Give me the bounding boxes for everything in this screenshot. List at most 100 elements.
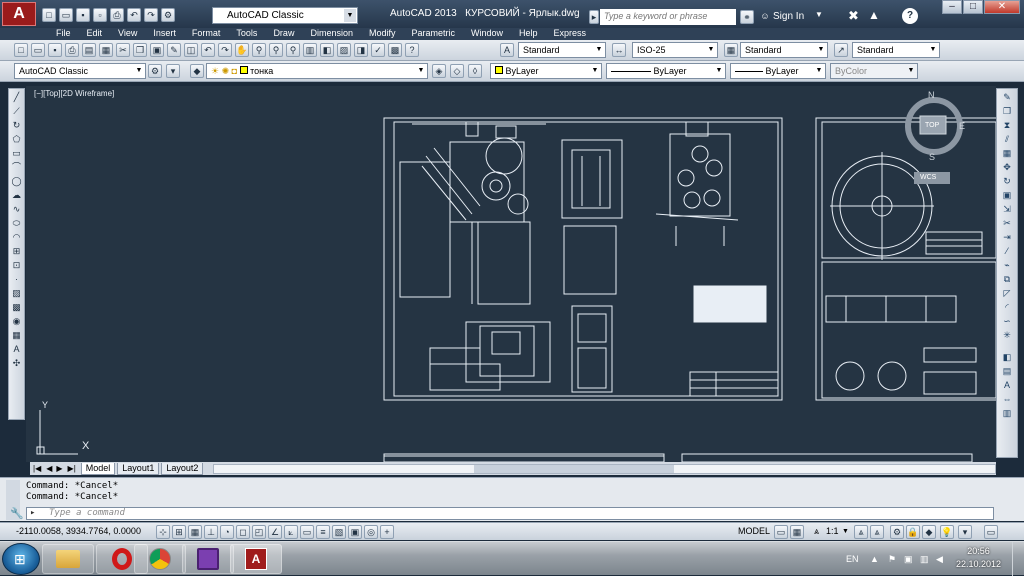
markup-icon[interactable]: ✓ [371, 43, 385, 57]
measure-icon[interactable]: ⇔ [1001, 393, 1013, 405]
taskbar-save-app[interactable] [182, 544, 234, 574]
a360-icon[interactable]: ▲ [868, 8, 880, 22]
redo-icon[interactable]: ↷ [144, 8, 158, 22]
search-input[interactable]: Type a keyword or phrase [600, 9, 736, 25]
undo-icon[interactable]: ↶ [201, 43, 215, 57]
spline-icon[interactable]: ∿ [11, 203, 23, 215]
extend-icon[interactable]: ⇥ [1001, 231, 1013, 243]
dim-style-icon[interactable]: ↔ [612, 43, 626, 57]
taskbar-chrome[interactable] [134, 544, 186, 574]
app-menu-button[interactable]: A [2, 2, 36, 26]
auto-scale-icon[interactable]: ⩓ [870, 525, 884, 539]
undo-icon[interactable]: ↶ [127, 8, 141, 22]
scale-icon[interactable]: ▣ [1001, 189, 1013, 201]
dynamic-input-icon[interactable]: ▭ [300, 525, 314, 539]
dim-style-select[interactable]: ISO-25 ▼ [632, 42, 718, 58]
join-icon[interactable]: ⧉ [1001, 273, 1013, 285]
3d-osnap-icon[interactable]: ◰ [252, 525, 266, 539]
new-icon[interactable]: □ [42, 8, 56, 22]
rectangle-icon[interactable]: ▭ [11, 147, 23, 159]
quick-properties-icon[interactable]: ▣ [348, 525, 362, 539]
zoom-previous-icon[interactable]: ⚲ [286, 43, 300, 57]
tray-expand-icon[interactable]: ▲ [870, 554, 879, 564]
draw-order-icon[interactable]: ▤ [1001, 365, 1013, 377]
object-snap-icon[interactable]: ◻ [236, 525, 250, 539]
toolbar-lock-icon[interactable]: 🔒 [906, 525, 920, 539]
hatch-icon[interactable]: ▨ [11, 287, 23, 299]
volume-icon[interactable]: ◀ [936, 554, 943, 565]
sign-in-button[interactable]: Sign In [773, 11, 804, 22]
properties-icon[interactable]: ▥ [303, 43, 317, 57]
open-icon[interactable]: ▭ [31, 43, 45, 57]
copy-icon[interactable]: ❐ [133, 43, 147, 57]
polar-tracking-icon[interactable]: ◔ [220, 525, 234, 539]
zoom-window-icon[interactable]: ⚲ [269, 43, 283, 57]
menu-file[interactable]: File [48, 28, 79, 40]
trim-icon[interactable]: ✂ [1001, 217, 1013, 229]
taskbar-clock[interactable]: 20:56 22.10.2012 [956, 545, 1001, 571]
tab-nav-first-icon[interactable]: |◀ [30, 464, 44, 473]
mirror-icon[interactable]: ⧗ [1001, 119, 1013, 131]
linetype-select[interactable]: ByLayer ▼ [606, 63, 726, 79]
menu-express[interactable]: Express [546, 28, 595, 40]
tab-nav-next-icon[interactable]: ▶ [54, 464, 64, 473]
model-space-toggle[interactable]: MODEL [738, 523, 770, 540]
taskbar-autocad[interactable]: A [230, 544, 282, 574]
blend-curves-icon[interactable]: ∽ [1001, 315, 1013, 327]
language-indicator[interactable]: EN [846, 554, 859, 564]
viewport-controls[interactable]: [−][Top][2D Wireframe] [34, 89, 114, 98]
dynamic-ucs-icon[interactable]: ⟀ [284, 525, 298, 539]
menu-dimension[interactable]: Dimension [302, 28, 361, 40]
help-button[interactable]: ? [902, 8, 918, 24]
region-icon[interactable]: ◉ [11, 315, 23, 327]
layer-previous-icon[interactable]: ◇ [450, 64, 464, 78]
copy-object-icon[interactable]: ❐ [1001, 105, 1013, 117]
construction-line-icon[interactable]: ⟋ [11, 105, 23, 117]
save-as-icon[interactable]: ▫ [93, 8, 107, 22]
offset-icon[interactable]: ⫽ [1001, 133, 1013, 145]
match-properties-icon[interactable]: ✎ [167, 43, 181, 57]
workspace-toolbar-select[interactable]: AutoCAD Classic ▼ [14, 63, 146, 79]
wrench-icon[interactable]: 🔧 [10, 507, 24, 520]
gradient-icon[interactable]: ▩ [11, 301, 23, 313]
text-style-icon[interactable]: A [500, 43, 514, 57]
menu-format[interactable]: Format [184, 28, 229, 40]
ellipse-icon[interactable]: ⬭ [11, 217, 23, 229]
workspace-select[interactable]: AutoCAD Classic ▼ [212, 7, 358, 24]
break-at-point-icon[interactable]: ⁄ [1001, 245, 1013, 257]
save-icon[interactable]: ▪ [48, 43, 62, 57]
tool-palettes-icon[interactable]: ▨ [337, 43, 351, 57]
mleader-style-icon[interactable]: ↗ [834, 43, 848, 57]
grid-display-icon[interactable]: ▦ [188, 525, 202, 539]
erase-icon[interactable]: ✎ [1001, 91, 1013, 103]
scrollbar-thumb[interactable] [474, 464, 675, 473]
viewcube[interactable] [905, 97, 963, 184]
menu-tools[interactable]: Tools [228, 28, 265, 40]
design-center-icon[interactable]: ◧ [320, 43, 334, 57]
sheet-set-icon[interactable]: ◨ [354, 43, 368, 57]
help-icon[interactable]: ? [405, 43, 419, 57]
move-icon[interactable]: ✥ [1001, 161, 1013, 173]
paste-icon[interactable]: ▣ [150, 43, 164, 57]
minimize-button[interactable]: – [942, 0, 962, 14]
stretch-icon[interactable]: ⇲ [1001, 203, 1013, 215]
ellipse-arc-icon[interactable]: ◠ [11, 231, 23, 243]
zoom-realtime-icon[interactable]: ⚲ [252, 43, 266, 57]
point-icon[interactable]: · [11, 273, 23, 285]
explode-icon[interactable]: ✳ [1001, 329, 1013, 341]
workspace-save-icon[interactable]: ▾ [166, 64, 180, 78]
lineweight-toggle-icon[interactable]: ≡ [316, 525, 330, 539]
chevron-down-icon[interactable]: ▼ [815, 10, 823, 19]
revision-cloud-icon[interactable]: ☁ [11, 189, 23, 201]
menu-edit[interactable]: Edit [79, 28, 111, 40]
ortho-mode-icon[interactable]: ⊥ [204, 525, 218, 539]
cut-icon[interactable]: ✂ [116, 43, 130, 57]
tab-nav-prev-icon[interactable]: ◀ [44, 464, 54, 473]
menu-insert[interactable]: Insert [145, 28, 184, 40]
network-icon[interactable]: ▥ [920, 554, 929, 565]
chamfer-icon[interactable]: ◸ [1001, 287, 1013, 299]
exchange-icon[interactable]: ✖ [848, 8, 859, 24]
horizontal-scrollbar[interactable] [213, 463, 996, 474]
redo-icon[interactable]: ↷ [218, 43, 232, 57]
workspace-settings-icon[interactable]: ⚙ [148, 64, 162, 78]
